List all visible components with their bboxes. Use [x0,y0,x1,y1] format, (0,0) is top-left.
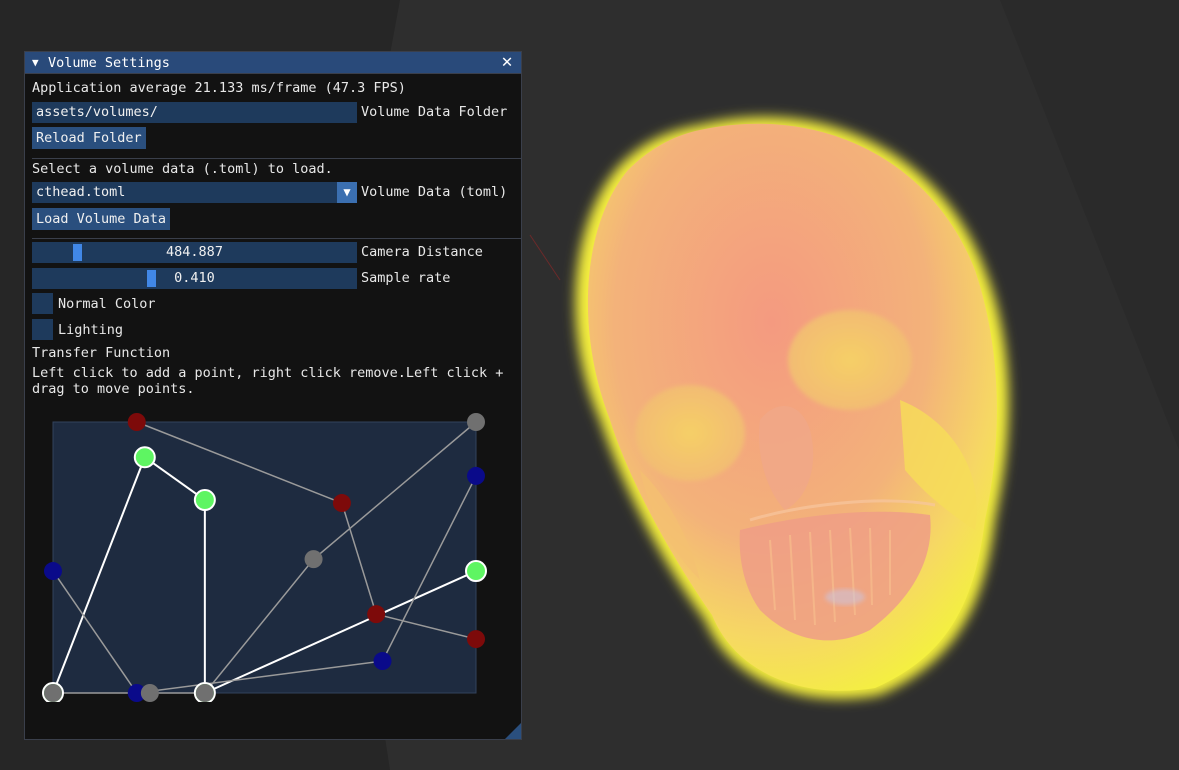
volume-data-combo[interactable]: cthead.toml ▼ [32,182,357,203]
alpha-control-point[interactable] [140,684,159,702]
blue-control-point[interactable] [467,466,485,485]
load-volume-data-button[interactable]: Load Volume Data [32,208,171,230]
red-control-point[interactable] [367,605,386,624]
sample-rate-value: 0.410 [174,270,215,286]
fps-text: Application average 21.133 ms/frame (47.… [32,80,406,96]
blue-control-point[interactable] [373,652,392,671]
green-control-point[interactable] [133,446,156,469]
close-icon[interactable]: ✕ [499,53,515,71]
window-title: Volume Settings [48,54,170,71]
triangle-down-icon[interactable]: ▼ [32,56,42,69]
volume-folder-label: Volume Data Folder [361,104,508,120]
transfer-function-help: Left click to add a point, right click r… [32,365,504,397]
resize-grip[interactable] [505,723,521,739]
camera-distance-label: Camera Distance [361,244,483,260]
green-control-point[interactable] [465,560,487,583]
volume-data-label: Volume Data (toml) [361,184,508,200]
camera-distance-slider[interactable]: 484.887 [32,242,357,263]
separator [32,238,521,239]
alpha-control-point[interactable] [467,413,485,431]
green-control-point[interactable] [193,489,216,512]
red-control-point[interactable] [127,413,146,431]
chevron-down-icon[interactable]: ▼ [337,182,357,203]
blue-control-point[interactable] [44,562,62,581]
volume-select-prompt: Select a volume data (.toml) to load. [32,161,333,177]
normal-color-label: Normal Color [58,296,156,312]
alpha-control-point[interactable] [195,684,214,702]
sample-rate-slider-grab[interactable] [146,270,156,287]
volume-folder-input[interactable]: assets/volumes/ [32,102,357,123]
volume-data-combo-value: cthead.toml [36,184,126,200]
lighting-label: Lighting [58,322,124,338]
camera-distance-value: 484.887 [166,244,223,260]
separator [32,158,521,159]
red-control-point[interactable] [467,630,485,649]
normal-color-checkbox[interactable] [32,293,53,314]
sample-rate-label: Sample rate [361,270,451,286]
sample-rate-slider[interactable]: 0.410 [32,268,357,289]
transfer-function-editor[interactable] [25,402,521,702]
lighting-checkbox[interactable] [32,319,53,340]
alpha-control-point[interactable] [44,684,62,702]
window-titlebar[interactable]: ▼ Volume Settings ✕ [25,52,521,74]
reload-folder-button[interactable]: Reload Folder [32,127,146,149]
red-control-point[interactable] [332,494,351,513]
camera-distance-slider-grab[interactable] [72,244,82,261]
volume-settings-window[interactable]: ▼ Volume Settings ✕ Application average … [24,51,522,740]
transfer-function-heading: Transfer Function [32,345,171,361]
transfer-function-panel[interactable] [52,421,477,694]
alpha-control-point[interactable] [304,550,323,569]
